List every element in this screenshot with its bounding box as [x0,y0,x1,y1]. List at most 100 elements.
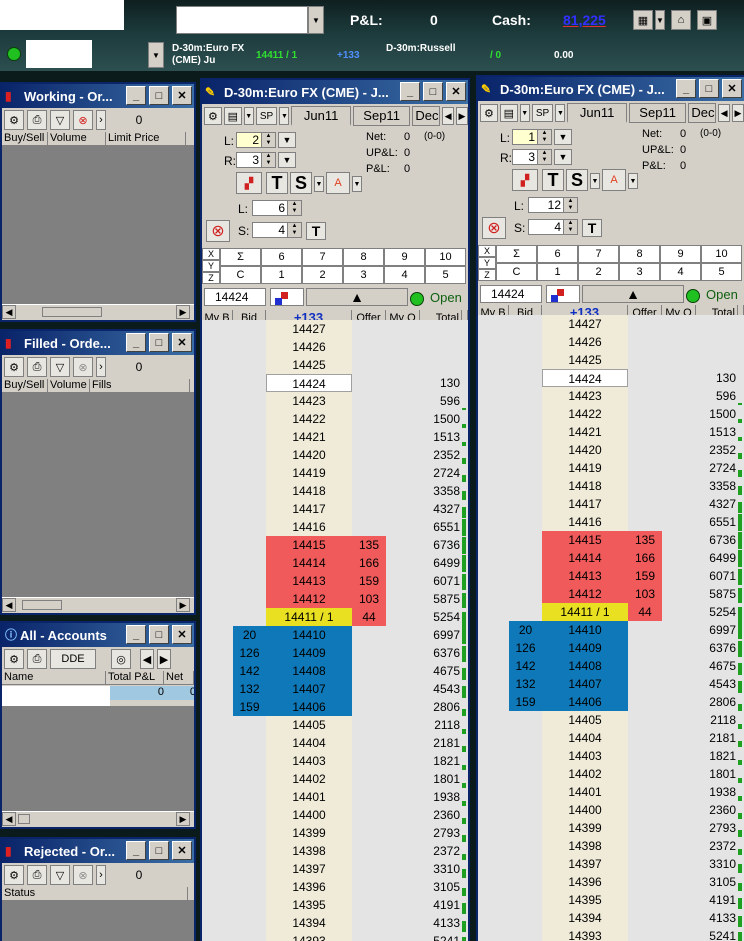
scroll-right-icon[interactable]: ▶ [157,649,171,669]
my-offer-cell[interactable] [662,657,696,675]
bid-cell[interactable] [233,752,266,770]
my-bid-cell[interactable] [202,932,233,941]
bid-cell[interactable] [509,369,542,387]
xyz-cell[interactable]: Z [478,269,496,281]
my-offer-cell[interactable] [386,338,420,356]
price-cell[interactable]: 14400 [542,801,628,819]
maximize-button[interactable]: □ [149,86,169,105]
minimize-button[interactable]: _ [676,79,696,98]
my-bid-cell[interactable] [202,500,233,518]
xyz-cell[interactable]: X [202,248,220,260]
s-spinner[interactable]: 4 ▲ ▼ [528,219,578,235]
bid-cell[interactable] [509,549,542,567]
qty-cell[interactable]: 5 [425,266,466,284]
bid-cell[interactable] [509,603,542,621]
scroll-left-icon[interactable]: ◀ [2,305,16,319]
sp-button[interactable]: SP [531,104,554,122]
my-bid-cell[interactable] [478,567,509,585]
offer-cell[interactable] [628,477,662,495]
qty-cell[interactable]: 8 [343,248,384,266]
my-offer-cell[interactable] [386,500,420,518]
my-offer-cell[interactable] [386,518,420,536]
font-color-icon[interactable]: A [602,169,626,191]
bid-cell[interactable] [509,891,542,909]
maximize-button[interactable]: □ [699,79,719,98]
r-dropdown-icon[interactable]: ▼ [554,149,572,165]
center-ladder-button[interactable]: ▲ [306,288,408,306]
price-cell[interactable]: 14425 [266,356,352,374]
orders-list[interactable] [2,146,194,304]
print-icon[interactable]: ⎙ [27,865,47,885]
my-offer-cell[interactable] [662,585,696,603]
price-cell[interactable]: 14423 [266,392,352,410]
font-dropdown-icon[interactable]: ▼ [628,173,638,189]
my-bid-cell[interactable] [202,446,233,464]
my-bid-cell[interactable] [202,788,233,806]
my-bid-cell[interactable] [478,873,509,891]
price-cell[interactable]: 14402 [542,765,628,783]
xyz-cell[interactable]: X [478,245,496,257]
bid-cell[interactable] [509,837,542,855]
offer-cell[interactable] [628,459,662,477]
bid-cell[interactable] [233,464,266,482]
bid-cell[interactable] [509,873,542,891]
my-offer-cell[interactable] [386,392,420,410]
bid-cell[interactable] [233,554,266,572]
my-offer-cell[interactable] [662,927,696,941]
my-bid-cell[interactable] [478,747,509,765]
tab-sep11[interactable]: Sep11 [352,106,411,126]
my-bid-cell[interactable] [202,590,233,608]
offer-cell[interactable] [352,932,386,941]
column-header[interactable]: Volume [48,132,106,145]
horizontal-scrollbar[interactable]: ◀ ▶ [2,597,194,612]
fills-list[interactable] [2,393,194,597]
properties-icon[interactable]: ⚙ [4,110,24,130]
price-cell[interactable]: 14400 [266,806,352,824]
dde-button[interactable]: DDE [50,649,96,669]
offer-cell[interactable] [628,315,662,333]
maximize-button[interactable]: □ [149,333,169,352]
my-bid-cell[interactable] [478,819,509,837]
price-cell[interactable]: 14405 [266,716,352,734]
l-spinner[interactable]: 1 ▲ ▼ [512,129,552,145]
my-offer-cell[interactable] [386,788,420,806]
price-cell[interactable]: 14417 [266,500,352,518]
bid-cell[interactable]: 126 [233,644,266,662]
price-cell[interactable]: 14398 [542,837,628,855]
price-cell[interactable]: 14393 [266,932,352,941]
my-bid-cell[interactable] [202,806,233,824]
price-cell[interactable]: 14427 [266,320,352,338]
my-offer-cell[interactable] [662,783,696,801]
price-cell[interactable]: 14410 [266,626,352,644]
qty-cell[interactable]: C [220,266,261,284]
my-bid-cell[interactable] [478,855,509,873]
template-dropdown-icon[interactable]: ▼ [243,107,254,125]
bid-cell[interactable] [233,320,266,338]
my-offer-cell[interactable] [386,698,420,716]
price-cell[interactable]: 14399 [542,819,628,837]
bid-cell[interactable] [233,896,266,914]
bid-cell[interactable] [509,405,542,423]
my-bid-cell[interactable] [202,482,233,500]
price-cell[interactable]: 14423 [542,387,628,405]
qty-cell[interactable]: 6 [537,245,578,263]
bid-cell[interactable] [233,932,266,941]
bid-cell[interactable] [233,806,266,824]
bid-cell[interactable] [233,824,266,842]
bid-cell[interactable] [233,500,266,518]
bid-cell[interactable]: 132 [509,675,542,693]
my-bid-cell[interactable] [478,621,509,639]
my-bid-cell[interactable] [478,711,509,729]
bid-cell[interactable] [233,842,266,860]
bid-cell[interactable]: 159 [509,693,542,711]
text-t-button[interactable]: T [266,172,288,194]
template-icon[interactable]: ▤ [223,107,242,125]
my-offer-cell[interactable] [386,680,420,698]
my-offer-cell[interactable] [662,711,696,729]
bid-cell[interactable] [233,482,266,500]
qty-cell[interactable]: Σ [496,245,537,263]
price-cell[interactable]: 14419 [542,459,628,477]
price-cell[interactable]: 14424 [266,374,352,392]
price-cell[interactable]: 14396 [266,878,352,896]
r-dropdown-icon[interactable]: ▼ [278,152,296,168]
